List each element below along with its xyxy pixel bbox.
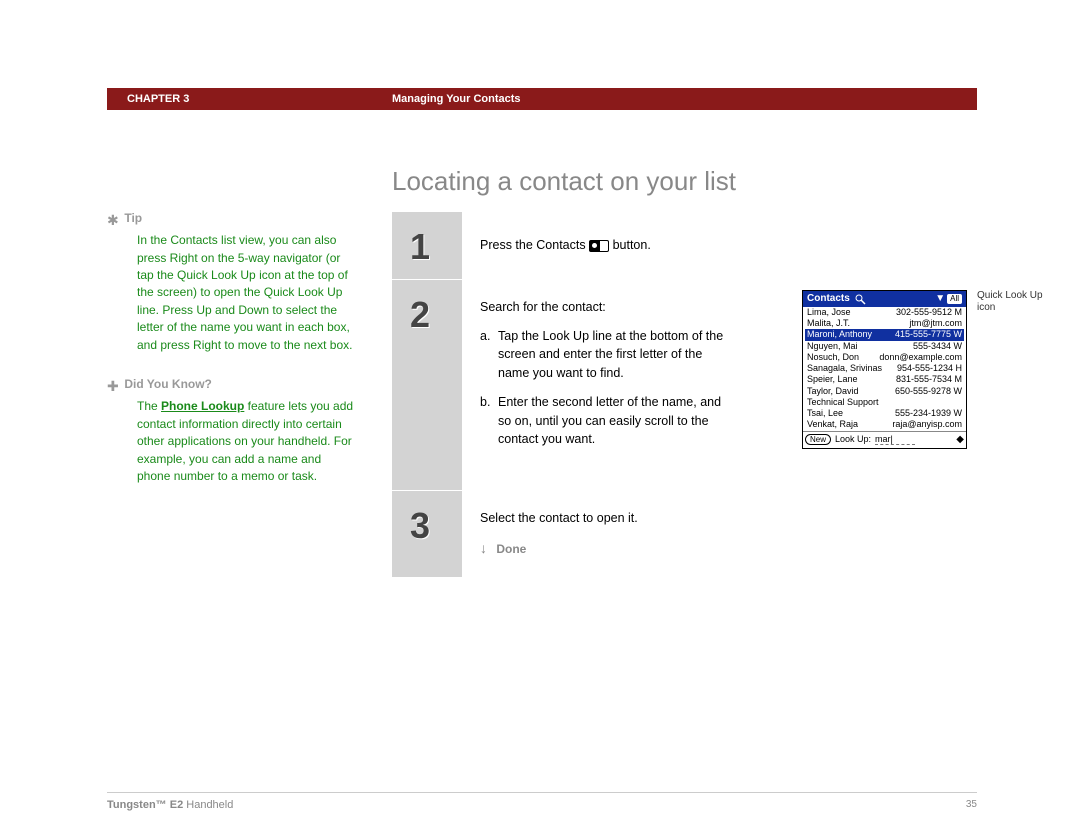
palm-app-title: Contacts	[807, 293, 850, 305]
step-1: 1 Press the Contacts button.	[392, 212, 977, 280]
step-1-text-after: button.	[613, 238, 651, 252]
step-number: 2	[410, 294, 430, 336]
tip-block: ✱ Tip In the Contacts list view, you can…	[107, 210, 357, 354]
contact-name: Nosuch, Don	[807, 352, 859, 363]
palm-contact-list: Lima, Jose 302-555-9512 M Malita, J.T. jtm@…	[803, 307, 966, 431]
contact-phone: 831-555-7534 M	[896, 374, 962, 385]
contact-phone: 302-555-9512 M	[896, 307, 962, 318]
step-3-text: Select the contact to open it.	[480, 509, 963, 528]
palm-contact-row: Sanagala, Srivinas 954-555-1234 H	[805, 363, 964, 374]
palm-contact-row: Nguyen, Mai 555-3434 W	[805, 341, 964, 352]
asterisk-icon: ✱	[107, 210, 121, 230]
didyouknow-body: The Phone Lookup feature lets you add co…	[107, 398, 357, 485]
palm-contact-row: Technical Support	[805, 397, 964, 408]
contact-name: Venkat, Raja	[807, 419, 858, 430]
didyouknow-heading: Did You Know?	[124, 377, 212, 391]
chapter-label: CHAPTER 3	[127, 93, 189, 105]
palm-screen: Contacts ▼ All Lima, Jose302-555-9512 MM…	[802, 290, 967, 449]
step-3: 3 Select the contact to open it. ↓ Done	[392, 491, 977, 578]
contact-phone: 954-555-1234 H	[897, 363, 962, 374]
step-1-text-before: Press the Contacts	[480, 238, 589, 252]
contact-name: Speier, Lane	[807, 374, 858, 385]
contact-phone: 555-234-1939 W	[895, 408, 962, 419]
contact-name: Lima, Jose	[807, 307, 851, 318]
substep-b-text: Enter the second letter of the name, and…	[498, 393, 730, 449]
substep-a-text: Tap the Look Up line at the bottom of th…	[498, 327, 730, 383]
product-bold: Tungsten™ E2	[107, 799, 183, 811]
quick-look-up-icon	[854, 293, 868, 305]
steps-panel: 1 Press the Contacts button. 2 Search fo…	[392, 212, 977, 578]
palm-lookup-value: mar|	[875, 434, 915, 446]
contacts-button-icon	[589, 240, 609, 252]
step-2-body: Search for the contact: a. Tap the Look …	[462, 280, 977, 490]
substep-letter: a.	[480, 327, 498, 383]
page-footer: Tungsten™ E2 Handheld 35	[107, 792, 977, 811]
contact-phone: raja@anyisp.com	[892, 419, 962, 430]
palm-contact-row: Maroni, Anthony 415-555-7775 W	[805, 329, 964, 340]
palm-screenshot: Contacts ▼ All Lima, Jose302-555-9512 MM…	[802, 290, 967, 449]
sidebar: ✱ Tip In the Contacts list view, you can…	[107, 210, 357, 507]
contact-name: Technical Support	[807, 397, 879, 408]
phone-lookup-link[interactable]: Phone Lookup	[161, 399, 244, 413]
down-arrow-icon: ↓	[480, 538, 487, 559]
substep-b: b. Enter the second letter of the name, …	[480, 393, 730, 449]
palm-bottom-bar: New Look Up: mar| ◆	[803, 431, 966, 448]
palm-contact-row: Venkat, Raja raja@anyisp.com	[805, 419, 964, 430]
done-label: Done	[496, 542, 526, 556]
plus-icon: ✚	[107, 376, 121, 396]
done-indicator: ↓ Done	[480, 538, 963, 559]
palm-titlebar: Contacts ▼ All	[803, 291, 966, 307]
contact-phone: jtm@jtm.com	[909, 318, 962, 329]
palm-category: All	[947, 294, 962, 304]
substep-a: a. Tap the Look Up line at the bottom of…	[480, 327, 730, 383]
substep-letter: b.	[480, 393, 498, 449]
didyouknow-block: ✚ Did You Know? The Phone Lookup feature…	[107, 376, 357, 485]
contact-name: Malita, J.T.	[807, 318, 850, 329]
palm-lookup-label: Look Up:	[835, 434, 871, 445]
contact-phone: 415-555-7775 W	[895, 329, 962, 340]
palm-contact-row: Nosuch, Don donn@example.com	[805, 352, 964, 363]
chapter-header: CHAPTER 3 Managing Your Contacts	[107, 88, 977, 110]
product-name: Tungsten™ E2 Handheld	[107, 799, 233, 811]
step-number: 3	[410, 505, 430, 547]
step-number: 1	[410, 226, 430, 268]
palm-contact-row: Speier, Lane 831-555-7534 M	[805, 374, 964, 385]
step-3-body: Select the contact to open it. ↓ Done	[462, 491, 977, 577]
contact-name: Maroni, Anthony	[807, 329, 872, 340]
palm-contact-row: Malita, J.T. jtm@jtm.com	[805, 318, 964, 329]
dropdown-triangle-icon: ▼	[935, 293, 945, 305]
contact-phone: donn@example.com	[879, 352, 962, 363]
page-title: Locating a contact on your list	[392, 166, 736, 197]
dyk-prefix: The	[137, 399, 161, 413]
tip-body: In the Contacts list view, you can also …	[107, 232, 357, 354]
chapter-title: Managing Your Contacts	[392, 93, 521, 105]
product-rest: Handheld	[183, 799, 233, 811]
palm-contact-row: Taylor, David 650-555-9278 W	[805, 386, 964, 397]
scroll-arrows-icon: ◆	[956, 434, 964, 446]
contact-name: Sanagala, Srivinas	[807, 363, 882, 374]
contact-name: Taylor, David	[807, 386, 859, 397]
contact-name: Tsai, Lee	[807, 408, 843, 419]
step-2: 2 Search for the contact: a. Tap the Loo…	[392, 280, 977, 491]
palm-contact-row: Lima, Jose 302-555-9512 M	[805, 307, 964, 318]
page-number: 35	[966, 799, 977, 811]
contact-phone: 555-3434 W	[913, 341, 962, 352]
tip-heading: Tip	[124, 211, 142, 225]
palm-new-button: New	[805, 434, 831, 446]
contact-phone: 650-555-9278 W	[895, 386, 962, 397]
contact-name: Nguyen, Mai	[807, 341, 858, 352]
palm-contact-row: Tsai, Lee 555-234-1939 W	[805, 408, 964, 419]
quick-lookup-callout: Quick Look Up icon	[977, 290, 1057, 314]
step-1-body: Press the Contacts button.	[462, 212, 977, 279]
